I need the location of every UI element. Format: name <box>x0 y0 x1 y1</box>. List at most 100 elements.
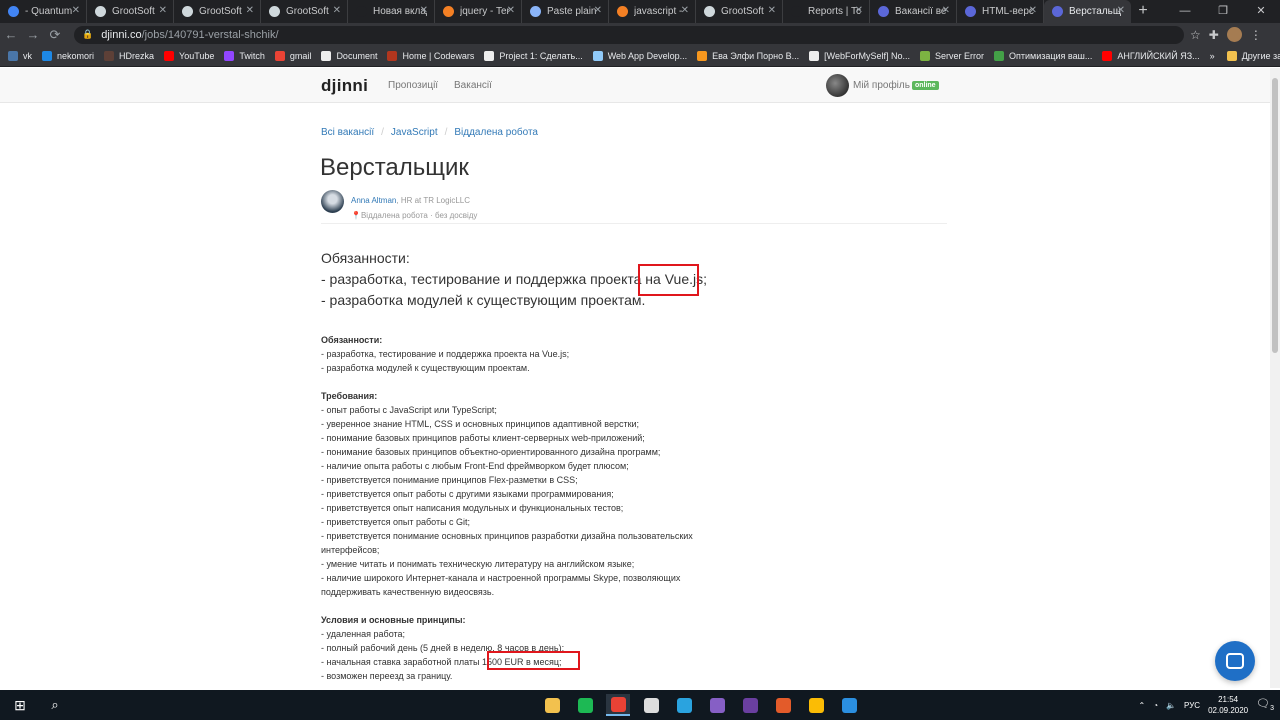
close-window-icon[interactable]: ✕ <box>1242 0 1280 23</box>
bookmark-item[interactable]: nekomori <box>42 51 94 61</box>
new-tab-button[interactable]: + <box>1131 0 1155 23</box>
bookmark-item[interactable]: Document <box>321 51 377 61</box>
description-line: - приветствуется опыт работы с другими я… <box>321 489 614 499</box>
description-line: - опыт работы с JavaScript или TypeScrip… <box>321 405 497 415</box>
bookmark-favicon-icon <box>104 51 115 61</box>
language-indicator[interactable]: РУС <box>1184 701 1200 710</box>
bookmark-item[interactable]: Web App Develop... <box>592 51 687 61</box>
clock[interactable]: 21:54 02.09.2020 <box>1208 694 1248 716</box>
url-input[interactable]: 🔒 djinni.co/jobs/140791-verstal-shchik/ <box>74 25 1184 44</box>
close-tab-icon[interactable]: ✕ <box>681 5 689 16</box>
bookmark-item[interactable]: [WebForMySelf] No... <box>809 51 910 61</box>
author-name[interactable]: Anna Altman <box>351 196 396 205</box>
breadcrumb: Всі вакансії / JavaScript / Віддалена ро… <box>321 127 538 138</box>
scrollbar-thumb[interactable] <box>1272 78 1278 353</box>
close-tab-icon[interactable]: ✕ <box>246 5 254 16</box>
browser-tab[interactable]: Вакансії ве ✕ <box>870 0 957 23</box>
taskbar-app-chrome-2[interactable] <box>804 694 828 716</box>
browser-tab[interactable]: - Quantum ✕ <box>0 0 87 23</box>
bookmark-favicon-icon <box>8 51 18 61</box>
bookmark-item[interactable]: Ева Элфи Порно В... <box>697 51 799 61</box>
search-icon[interactable]: ⌕ <box>40 697 70 713</box>
close-tab-icon[interactable]: ✕ <box>942 5 950 16</box>
taskbar-app-app-circle[interactable] <box>639 694 663 716</box>
site-logo[interactable]: djinni <box>321 76 368 96</box>
browser-tab[interactable]: GrootSoft ✕ <box>261 0 348 23</box>
minimize-icon[interactable]: — <box>1166 0 1204 23</box>
taskbar-app-file-explorer[interactable] <box>540 694 564 716</box>
taskbar-app-app-purple[interactable] <box>738 694 762 716</box>
bookmark-item[interactable]: Twitch <box>224 51 265 61</box>
tab-favicon-icon <box>356 6 367 17</box>
wifi-icon[interactable]: ◔ <box>1153 701 1158 710</box>
job-author: Anna Altman, HR at TR LogicLLC 📍Віддален… <box>321 190 477 220</box>
browser-tab[interactable]: GrootSoft ✕ <box>174 0 261 23</box>
browser-tab[interactable]: Paste plain ✕ <box>522 0 609 23</box>
user-avatar[interactable] <box>1226 27 1242 42</box>
browser-tab[interactable]: Верстальщ ✕ <box>1044 0 1131 23</box>
breadcrumb-all-jobs[interactable]: Всі вакансії <box>321 127 374 138</box>
browser-tab[interactable]: Новая вкладка✕ <box>348 0 435 23</box>
back-icon[interactable]: ← <box>0 27 22 42</box>
forward-icon[interactable]: → <box>22 27 44 42</box>
close-tab-icon[interactable]: ✕ <box>507 5 515 16</box>
bookmark-item[interactable]: vk <box>8 51 32 61</box>
volume-icon[interactable]: 🔈 <box>1166 701 1176 710</box>
browser-tab[interactable]: jquery - Ter ✕ <box>435 0 522 23</box>
chevron-up-icon[interactable]: ⌃ <box>1139 701 1146 710</box>
taskbar-app-spotify[interactable] <box>573 694 597 716</box>
bookmark-star-icon[interactable]: ☆ <box>1190 28 1201 42</box>
divider <box>321 223 947 224</box>
close-tab-icon[interactable]: ✕ <box>768 5 776 16</box>
bookmark-item[interactable]: HDrezka <box>104 51 154 61</box>
profile-link[interactable]: Мій профіль online <box>826 74 939 97</box>
restore-icon[interactable]: ❐ <box>1204 0 1242 23</box>
other-bookmarks[interactable]: Другие закладки <box>1242 51 1280 61</box>
nav-jobs[interactable]: Вакансії <box>454 80 492 91</box>
chat-button[interactable] <box>1215 641 1255 681</box>
taskbar-app-visual-studio[interactable] <box>705 694 729 716</box>
bookmarks-more[interactable]: » <box>1210 51 1215 61</box>
bookmark-item[interactable]: Project 1: Сделать... <box>484 51 583 61</box>
close-tab-icon[interactable]: ✕ <box>159 5 167 16</box>
bookmark-item[interactable]: gmail <box>274 51 311 61</box>
bookmark-favicon-icon <box>919 51 930 61</box>
notification-icon[interactable]: 🗨3 <box>1256 697 1274 712</box>
page-scrollbar[interactable] <box>1270 68 1280 688</box>
bookmark-item[interactable]: YouTube <box>164 51 214 61</box>
browser-tab[interactable]: javascript - ✕ <box>609 0 696 23</box>
close-tab-icon[interactable]: ✕ <box>420 5 428 16</box>
bookmark-favicon-icon <box>164 51 175 61</box>
close-tab-icon[interactable]: ✕ <box>1029 5 1037 16</box>
browser-tab[interactable]: GrootSoft ✕ <box>87 0 174 23</box>
tab-favicon-icon <box>965 6 976 17</box>
menu-icon[interactable]: ⋮ <box>1250 28 1262 42</box>
browser-tab[interactable]: GrootSoft ✕ <box>696 0 783 23</box>
nav-proposals[interactable]: Пропозиції <box>388 80 438 91</box>
taskbar-app-chrome[interactable] <box>606 694 630 716</box>
breadcrumb-javascript[interactable]: JavaScript <box>391 127 438 138</box>
bookmark-item[interactable]: Server Error <box>919 51 984 61</box>
close-tab-icon[interactable]: ✕ <box>855 5 863 16</box>
windows-start-icon[interactable]: ⊞ <box>0 697 40 714</box>
close-tab-icon[interactable]: ✕ <box>72 5 80 16</box>
bookmark-item[interactable]: АНГЛИЙСКИЙ ЯЗ... <box>1102 51 1200 61</box>
bookmark-item[interactable]: Home | Codewars <box>387 51 474 61</box>
browser-tab[interactable]: Reports | Tc ✕ <box>783 0 870 23</box>
reload-icon[interactable]: ⟳ <box>44 27 66 43</box>
taskbar-app-telegram[interactable] <box>672 694 696 716</box>
close-tab-icon[interactable]: ✕ <box>1117 5 1125 16</box>
file-explorer-icon <box>544 697 560 713</box>
extensions-icon[interactable]: ✚ <box>1209 28 1219 42</box>
description-line: - приветствуется опыт работы с Git; <box>321 517 471 527</box>
bookmark-item[interactable]: Оптимизация ваш... <box>993 51 1092 61</box>
bookmark-favicon-icon <box>697 51 708 61</box>
taskbar-app-nr-app[interactable] <box>771 694 795 716</box>
close-tab-icon[interactable]: ✕ <box>333 5 341 16</box>
description-line: - понимание базовых принципов работы кли… <box>321 433 645 443</box>
breadcrumb-remote[interactable]: Віддалена робота <box>454 127 538 138</box>
close-tab-icon[interactable]: ✕ <box>594 5 602 16</box>
browser-tab[interactable]: HTML-верс ✕ <box>957 0 1044 23</box>
taskbar-app-vscode[interactable] <box>837 694 861 716</box>
